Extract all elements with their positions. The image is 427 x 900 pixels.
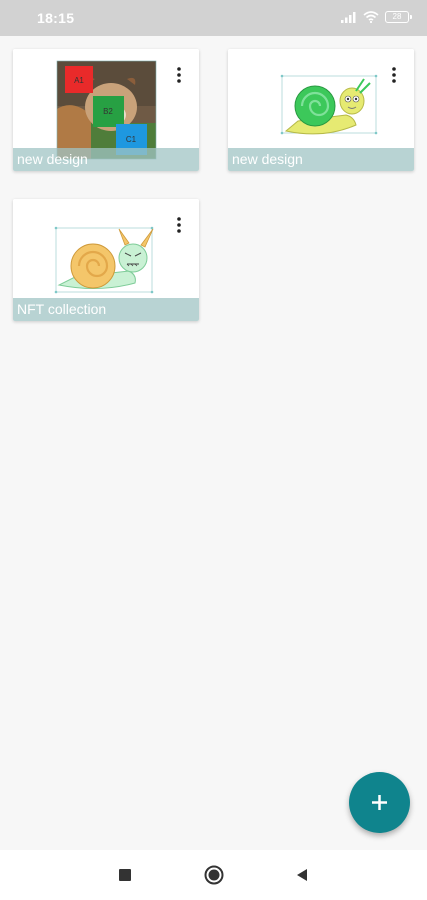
more-vert-icon[interactable]	[173, 65, 185, 85]
back-triangle-icon	[297, 869, 307, 881]
recents-square-icon	[119, 869, 131, 881]
design-title: NFT collection	[13, 298, 199, 321]
design-title: new design	[228, 148, 414, 171]
design-card-3[interactable]: NFT collection	[13, 199, 199, 321]
box-b2-label: B2	[103, 107, 113, 116]
box-a1-label: A1	[74, 76, 84, 85]
plus-icon	[372, 795, 387, 810]
back-button[interactable]	[290, 863, 314, 887]
home-circle-icon	[204, 865, 224, 885]
system-nav-bar	[0, 850, 427, 900]
battery-icon: 28	[385, 11, 412, 23]
add-design-button[interactable]	[349, 772, 410, 833]
wifi-icon	[363, 11, 379, 23]
more-vert-icon[interactable]	[388, 65, 400, 85]
status-time: 18:15	[37, 10, 75, 26]
box-c1-label: C1	[126, 135, 137, 144]
more-vert-icon[interactable]	[173, 215, 185, 235]
recents-button[interactable]	[113, 863, 137, 887]
home-button[interactable]	[202, 863, 226, 887]
design-card-1[interactable]: A1 B2 C1 new design	[13, 49, 199, 171]
signal-icon	[341, 12, 356, 23]
design-title: new design	[13, 148, 199, 171]
status-bar: 18:15 28	[0, 0, 427, 36]
status-icons: 28	[341, 11, 412, 23]
design-card-2[interactable]: new design	[228, 49, 414, 171]
battery-level: 28	[392, 12, 402, 21]
